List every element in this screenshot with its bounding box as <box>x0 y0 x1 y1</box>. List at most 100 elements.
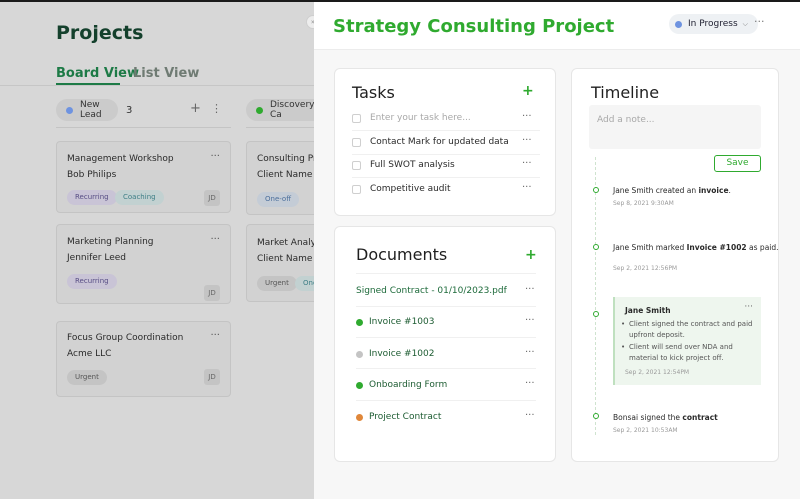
status-dot <box>356 381 363 389</box>
task-input-placeholder: Enter your task here... <box>370 113 471 123</box>
project-card[interactable]: Market Analysis Client Name Urgent One <box>246 224 314 302</box>
panel-header: Strategy Consulting Project In Progress … <box>314 2 800 50</box>
divider <box>352 154 540 155</box>
tag: Urgent <box>257 276 297 291</box>
task-checkbox[interactable] <box>352 113 361 123</box>
task-item[interactable]: Competitive audit <box>352 180 451 198</box>
document-menu-icon[interactable]: ··· <box>525 347 535 358</box>
tag: Recurring <box>67 274 117 289</box>
card-menu-icon[interactable]: ··· <box>210 330 220 341</box>
new-task-input[interactable]: Enter your task here... <box>352 109 471 127</box>
divider <box>352 177 540 178</box>
documents-title: Documents <box>356 245 448 264</box>
tag: Recurring <box>67 190 117 205</box>
note-bullet: Client will send over NDA and material t… <box>621 342 753 364</box>
tasks-section: Tasks + Enter your task here... ··· Cont… <box>334 68 556 216</box>
divider <box>0 85 314 86</box>
card-menu-icon[interactable]: ··· <box>210 151 220 162</box>
document-label: Project Contract <box>369 412 442 422</box>
tag: Coaching <box>115 190 164 205</box>
divider <box>352 130 540 131</box>
column-divider <box>246 127 314 128</box>
column-divider <box>56 127 231 128</box>
status-dot <box>356 318 363 326</box>
timeline-note-card: Jane Smith ··· Client signed the contrac… <box>613 297 761 385</box>
column-header-new-lead[interactable]: New Lead <box>56 99 118 121</box>
avatar: JD <box>204 190 220 206</box>
column-label: New Lead <box>80 100 102 120</box>
task-checkbox[interactable] <box>352 160 361 170</box>
divider <box>356 368 536 369</box>
project-title: Strategy Consulting Project <box>333 16 615 37</box>
document-link[interactable]: Onboarding Form <box>356 380 447 390</box>
document-menu-icon[interactable]: ··· <box>525 378 535 389</box>
project-card[interactable]: Marketing Planning ··· Jennifer Leed Rec… <box>56 224 231 304</box>
timeline-track <box>595 157 596 435</box>
task-menu-icon[interactable]: ··· <box>522 158 532 169</box>
note-author: Jane Smith <box>625 306 671 315</box>
card-client: Client Name <box>257 254 313 264</box>
task-menu-icon[interactable]: ··· <box>522 182 532 193</box>
project-card[interactable]: Management Workshop ··· Bob Philips Recu… <box>56 141 231 213</box>
add-task-icon[interactable]: + <box>522 83 534 99</box>
status-label: In Progress <box>688 19 738 29</box>
task-menu-icon[interactable]: ··· <box>522 135 532 146</box>
column-label: Discovery Ca <box>270 100 314 120</box>
task-checkbox[interactable] <box>352 137 361 147</box>
project-detail-panel: Strategy Consulting Project In Progress … <box>314 2 800 499</box>
status-dot <box>256 106 263 114</box>
document-link[interactable]: Invoice #1003 <box>356 317 434 327</box>
timeline-date: Sep 2, 2021 10:53AM <box>613 427 678 434</box>
document-menu-icon[interactable]: ··· <box>525 315 535 326</box>
card-title: Market Analysis <box>257 238 314 248</box>
card-client: Jennifer Leed <box>67 253 127 263</box>
document-label: Signed Contract - 01/10/2023.pdf <box>356 286 507 296</box>
document-link[interactable]: Invoice #1002 <box>356 349 434 359</box>
more-options-icon[interactable]: ··· <box>754 15 765 28</box>
chevron-down-icon: ⌵ <box>742 19 748 28</box>
timeline-event: Bonsai signed the contract <box>613 413 718 422</box>
timeline-section: Timeline Add a note... Save Jane Smith c… <box>571 68 779 462</box>
timeline-date: Sep 8, 2021 9:30AM <box>613 200 674 207</box>
status-dot <box>356 413 363 421</box>
divider <box>356 273 536 274</box>
card-client: Acme LLC <box>67 349 112 359</box>
timeline-dot <box>593 244 599 250</box>
card-client: Client Name <box>257 170 313 180</box>
note-menu-icon[interactable]: ··· <box>744 302 753 312</box>
timeline-dot <box>593 187 599 193</box>
timeline-dot <box>593 311 599 317</box>
add-document-icon[interactable]: + <box>525 247 537 263</box>
task-menu-icon[interactable]: ··· <box>522 111 532 122</box>
column-header-discovery[interactable]: Discovery Ca <box>246 99 314 121</box>
tab-list-view[interactable]: List View <box>133 66 199 81</box>
project-card[interactable]: Focus Group Coordination ··· Acme LLC Ur… <box>56 321 231 397</box>
timeline-date: Sep 2, 2021 12:56PM <box>613 265 678 272</box>
status-dot <box>675 20 682 28</box>
save-button[interactable]: Save <box>714 155 761 172</box>
card-client: Bob Philips <box>67 170 117 180</box>
document-label: Onboarding Form <box>369 380 448 390</box>
note-input[interactable]: Add a note... <box>589 105 761 149</box>
status-dot <box>356 350 363 358</box>
tab-board-view[interactable]: Board View <box>56 66 139 81</box>
tag: One-off <box>257 192 300 207</box>
document-menu-icon[interactable]: ··· <box>525 410 535 421</box>
task-item[interactable]: Full SWOT analysis <box>352 156 455 174</box>
document-menu-icon[interactable]: ··· <box>525 284 535 295</box>
project-card[interactable]: Consulting Proj Client Name One-off <box>246 141 314 215</box>
column-menu-icon[interactable]: ⋮ <box>211 102 222 115</box>
status-dropdown[interactable]: In Progress ⌵ <box>669 14 758 34</box>
card-menu-icon[interactable]: ··· <box>210 234 220 245</box>
document-link[interactable]: Project Contract <box>356 412 441 422</box>
avatar: JD <box>204 369 220 385</box>
document-label: Invoice #1003 <box>369 317 435 327</box>
add-card-icon[interactable]: + <box>190 101 201 116</box>
task-checkbox[interactable] <box>352 184 361 194</box>
task-item[interactable]: Contact Mark for updated data <box>352 133 509 151</box>
document-link[interactable]: Signed Contract - 01/10/2023.pdf <box>356 286 507 296</box>
note-bullet: Client signed the contract and paid upfr… <box>621 319 753 341</box>
document-label: Invoice #1002 <box>369 349 435 359</box>
projects-board: Projects Board View List View New Lead 3… <box>0 2 314 499</box>
status-dot <box>66 106 73 114</box>
